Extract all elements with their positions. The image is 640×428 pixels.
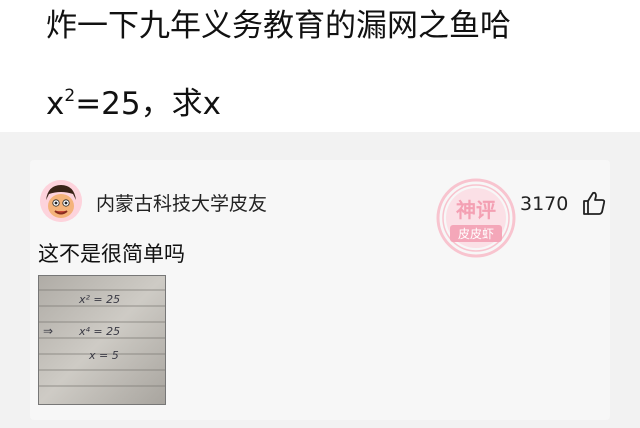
post-card[interactable]: 炸一下九年义务教育的漏网之鱼哈 x2=25，求x [0,0,640,132]
photo-line-3: x = 5 [88,349,119,362]
stamp-text-main: 神评 [456,198,496,222]
thumbs-up-icon[interactable] [582,190,606,216]
like-count: 3170 [520,193,569,215]
comment-card: 内蒙古科技大学皮友 神评 皮皮虾 3170 这不是很简单吗 x² = 25 ⇒ … [30,160,610,420]
photo-arrow: ⇒ [43,324,53,338]
photo-line-1: x² = 25 [78,293,120,306]
question-exponent: 2 [64,86,76,106]
question-rest: =25，求x [75,86,221,122]
post-title: 炸一下九年义务教育的漏网之鱼哈 [46,8,511,44]
stamp-text-brand: 皮皮虾 [458,227,494,241]
notebook-photo[interactable]: x² = 25 ⇒ x⁴ = 25 x = 5 [38,275,166,405]
question-base: x [46,86,65,122]
comment-text: 这不是很简单吗 [38,242,185,266]
post-question: x2=25，求x [46,76,221,124]
photo-line-2: x⁴ = 25 [78,325,120,338]
avatar-face-icon [40,180,82,222]
god-comment-stamp-icon: 神评 皮皮虾 [436,178,516,258]
username[interactable]: 内蒙古科技大学皮友 [96,192,267,216]
avatar[interactable] [40,180,82,222]
